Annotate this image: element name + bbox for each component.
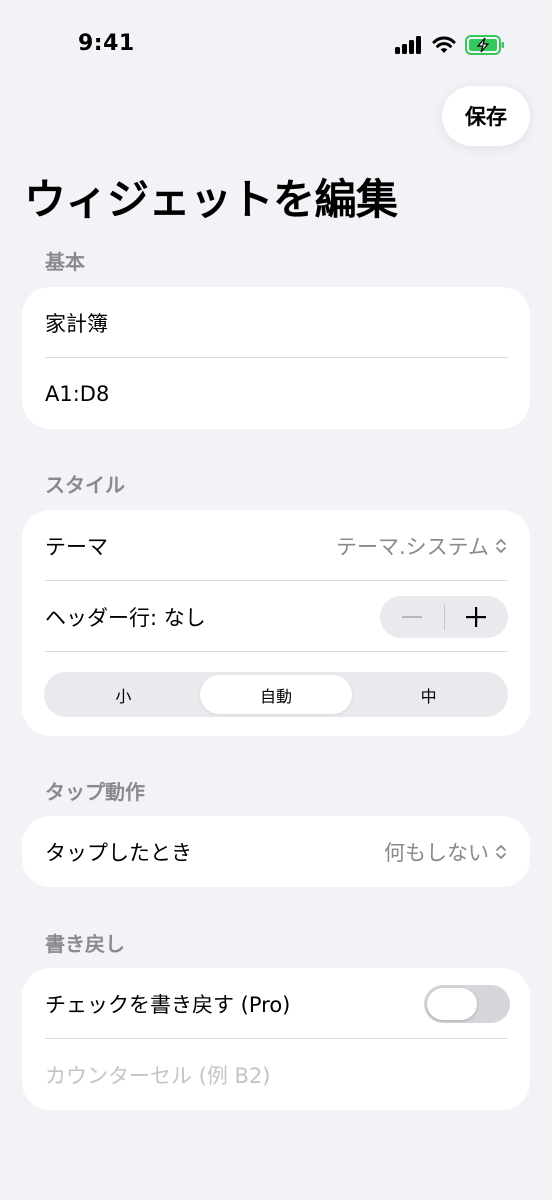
segment-small[interactable]: 小 <box>47 675 200 714</box>
on-tap-label: タップしたとき <box>45 840 192 865</box>
divider <box>45 651 508 652</box>
theme-row: テーマ テーマ.システム <box>22 510 530 581</box>
battery-charging-icon <box>465 35 504 55</box>
chevron-up-down-icon <box>496 538 506 553</box>
theme-label: テーマ <box>45 534 108 559</box>
style-card: テーマ テーマ.システム ヘッダー行: なし 小 自動 中 <box>22 510 530 736</box>
save-button[interactable]: 保存 <box>442 86 530 146</box>
write-back-toggle[interactable] <box>424 985 510 1023</box>
minus-icon <box>401 616 422 618</box>
on-tap-picker[interactable]: 何もしない <box>384 837 507 867</box>
chevron-up-down-icon <box>496 844 506 859</box>
theme-picker[interactable]: テーマ.システム <box>336 531 507 561</box>
plus-icon <box>466 607 487 627</box>
size-segmented-control: 小 自動 中 <box>44 672 508 717</box>
wifi-icon <box>432 36 456 53</box>
on-tap-row: タップしたとき 何もしない <box>22 816 530 887</box>
range-value[interactable]: A1:D8 <box>45 382 109 406</box>
section-header-write-back: 書き戻し <box>45 932 125 956</box>
header-row-label: ヘッダー行: なし <box>45 605 206 630</box>
range-field[interactable]: A1:D8 <box>22 358 530 429</box>
write-back-label: チェックを書き戻す (Pro) <box>45 992 291 1017</box>
write-back-card: チェックを書き戻す (Pro) カウンターセル (例 B2) <box>22 968 530 1110</box>
basic-card: 家計簿 A1:D8 <box>22 287 530 429</box>
toggle-knob <box>427 988 477 1020</box>
write-back-checkbox-row: チェックを書き戻す (Pro) <box>22 968 530 1039</box>
theme-value[interactable]: テーマ.システム <box>336 531 489 561</box>
segment-auto[interactable]: 自動 <box>199 675 353 714</box>
widget-name-field[interactable]: 家計簿 <box>22 287 530 358</box>
tap-action-card: タップしたとき 何もしない <box>22 816 530 887</box>
counter-cell-placeholder[interactable]: カウンターセル (例 B2) <box>45 1060 271 1090</box>
decrement-button[interactable] <box>380 596 444 638</box>
counter-cell-field[interactable]: カウンターセル (例 B2) <box>22 1039 530 1110</box>
page-title: ウィジェットを編集 <box>24 175 398 224</box>
status-time: 9:41 <box>78 31 135 56</box>
segment-medium[interactable]: 中 <box>352 675 505 714</box>
header-row-stepper <box>380 596 508 638</box>
section-header-basic: 基本 <box>45 250 85 274</box>
widget-name-value[interactable]: 家計簿 <box>45 308 108 338</box>
header-row-setting: ヘッダー行: なし <box>22 581 530 652</box>
status-bar: 9:41 <box>0 0 552 90</box>
cellular-signal-icon <box>395 36 425 54</box>
section-header-tap-action: タップ動作 <box>45 780 145 804</box>
on-tap-value[interactable]: 何もしない <box>384 837 489 867</box>
increment-button[interactable] <box>445 596 509 638</box>
section-header-style: スタイル <box>45 473 125 497</box>
